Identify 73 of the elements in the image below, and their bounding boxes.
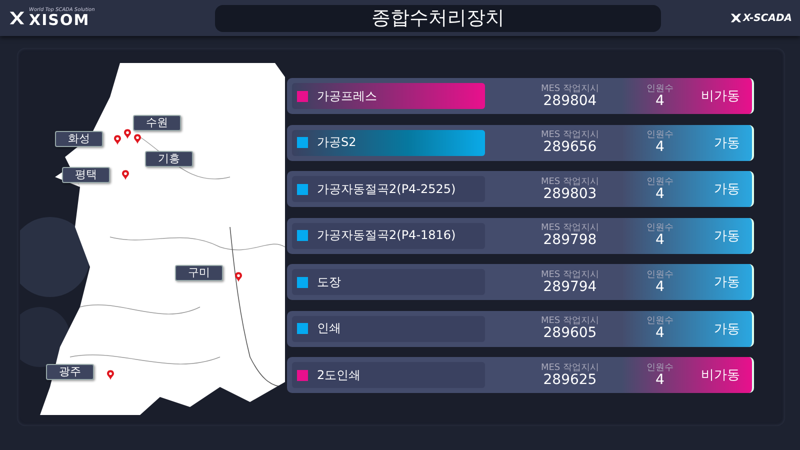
map-pin-icon[interactable] [124,129,131,139]
map-site-label[interactable]: 화성 [55,131,103,147]
status-text: 가동 [714,134,740,152]
map-pin-icon[interactable] [235,272,242,282]
status-text: 가동 [714,228,740,244]
workers-label: 인원수 [646,178,674,186]
map-site-label[interactable]: 광주 [46,364,94,380]
workers-count: 4 [656,94,664,108]
order-label: MES 작업지시 [540,84,600,94]
status-text: 비가동 [701,88,740,105]
order-label: MES 작업지시 [540,224,600,233]
order-number: 289656 [543,140,597,154]
status-text: 비가동 [701,367,740,384]
status-square-icon [297,323,308,334]
order-label: MES 작업지시 [540,178,600,186]
order-number: 289804 [543,94,597,108]
equipment-card[interactable]: 도장 MES 작업지시 289794 인원수 4 가동 [287,264,754,300]
equipment-card[interactable]: 가공프레스 MES 작업지시 289804 인원수 4 비가동 [287,78,754,114]
order-number: 289803 [543,186,597,200]
status-text: 가동 [714,320,740,338]
workers-label: 인원수 [646,131,674,140]
map-pin-icon[interactable] [114,135,121,145]
map-site-label[interactable]: 평택 [62,167,110,183]
workers-count: 4 [656,372,664,386]
order-label: MES 작업지시 [540,317,600,326]
equipment-card[interactable]: 인쇄 MES 작업지시 289605 인원수 4 가동 [287,310,754,346]
order-number: 289625 [543,372,597,386]
workers-label: 인원수 [646,270,674,280]
order-label: MES 작업지시 [540,270,600,280]
workers-count: 4 [656,140,664,154]
map-pin-icon[interactable] [134,134,141,144]
equipment-card[interactable]: 가공S2 MES 작업지시 289656 인원수 4 가동 [287,124,754,160]
map-site-label[interactable]: 기흥 [145,151,193,167]
workers-label: 인원수 [646,364,674,372]
equipment-name: 가공자동절곡2(P4-1816) [317,227,456,244]
equipment-name: 가공프레스 [317,88,377,104]
workers-label: 인원수 [646,317,674,326]
equipment-name: 도장 [317,274,341,290]
equipment-card[interactable]: 가공자동절곡2(P4-1816) MES 작업지시 289798 인원수 4 가동 [287,218,754,254]
status-square-icon [297,230,308,241]
status-square-icon [297,370,308,380]
map-site-label[interactable]: 구미 [175,265,223,281]
order-label: MES 작업지시 [540,364,600,372]
status-text: 가동 [714,181,740,198]
page-title: 종합수처리장치 [215,4,661,32]
status-square-icon [297,276,308,288]
status-square-icon [297,184,308,194]
x-logo-icon [730,12,742,24]
equipment-card[interactable]: 2도인쇄 MES 작업지시 289625 인원수 4 비가동 [287,357,754,393]
order-label: MES 작업지시 [540,131,600,140]
workers-label: 인원수 [646,224,674,233]
order-number: 289798 [543,233,597,247]
map-pin-icon[interactable] [122,170,129,180]
brand-logo-text: X-SCADA [743,12,792,24]
workers-count: 4 [656,233,664,247]
order-number: 289794 [543,280,597,294]
equipment-name: 가공S2 [317,134,356,151]
equipment-name: 가공자동절곡2(P4-2525) [317,180,456,198]
status-square-icon [297,137,308,148]
workers-label: 인원수 [646,84,674,94]
x-logo-icon [8,9,26,27]
map-site-label[interactable]: 수원 [133,115,181,131]
workers-count: 4 [656,280,664,294]
map-pin-icon[interactable] [107,370,114,380]
equipment-card[interactable]: 가공자동절곡2(P4-2525) MES 작업지시 289803 인원수 4 가동 [287,171,754,207]
workers-count: 4 [656,326,664,340]
status-text: 가동 [714,274,740,291]
order-number: 289605 [543,326,597,340]
workers-count: 4 [656,186,664,200]
logo-text: XISOM [29,13,90,28]
equipment-name: 2도인쇄 [317,366,361,384]
status-square-icon [297,90,308,102]
equipment-name: 인쇄 [317,320,341,337]
